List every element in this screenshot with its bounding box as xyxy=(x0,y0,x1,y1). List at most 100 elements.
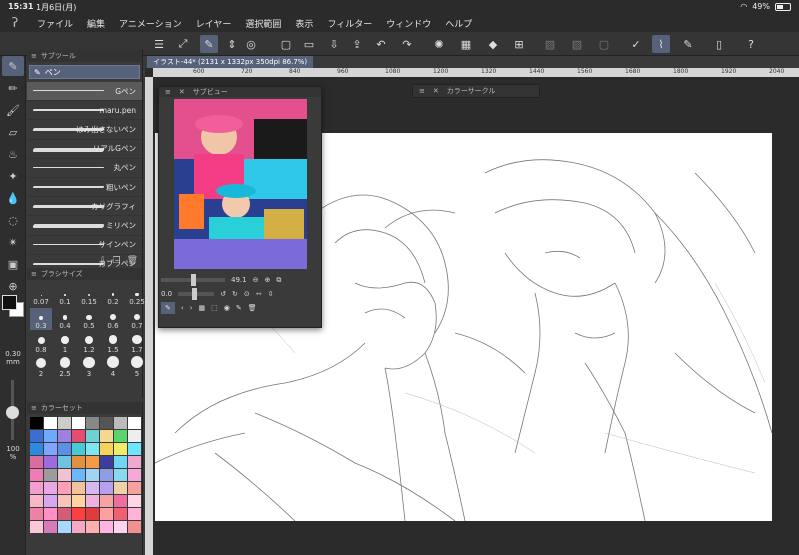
invert-icon[interactable]: ▨ xyxy=(568,35,586,53)
brush-size-option[interactable]: 0.5 xyxy=(78,308,100,330)
color-swatch[interactable] xyxy=(58,430,71,442)
brush-size-option[interactable]: 3 xyxy=(78,356,100,378)
color-swatch[interactable] xyxy=(86,430,99,442)
color-swatch[interactable] xyxy=(128,482,141,494)
color-swatch[interactable] xyxy=(30,521,43,533)
brush-item[interactable]: はみ出さないペン xyxy=(27,120,142,140)
color-swatch[interactable] xyxy=(30,469,43,481)
export-icon[interactable]: ⇪ xyxy=(348,35,366,53)
color-swatch[interactable] xyxy=(58,443,71,455)
menu-view[interactable]: 表示 xyxy=(288,17,320,30)
rotation-slider[interactable] xyxy=(178,288,215,300)
color-swatch[interactable] xyxy=(86,482,99,494)
color-swatch[interactable] xyxy=(86,456,99,468)
color-swatch[interactable] xyxy=(30,456,43,468)
panel-menu-icon[interactable]: ≡ xyxy=(31,404,37,412)
color-swatch[interactable] xyxy=(86,469,99,481)
pencil-tool-icon[interactable]: ✏ xyxy=(2,78,24,98)
selection-pen-icon[interactable]: ✎ xyxy=(200,35,218,53)
camera-icon[interactable]: ◉ xyxy=(224,304,230,312)
color-swatch[interactable] xyxy=(100,456,113,468)
brush-size-option[interactable]: 2 xyxy=(30,356,52,378)
color-swatch[interactable] xyxy=(30,495,43,507)
color-swatch[interactable] xyxy=(128,521,141,533)
color-swatch[interactable] xyxy=(114,521,127,533)
color-swatch[interactable] xyxy=(100,430,113,442)
trash-icon[interactable]: 🗑 xyxy=(127,256,138,266)
ink-icon[interactable]: ✎ xyxy=(679,35,697,53)
eraser-tool-icon[interactable]: ▱ xyxy=(2,122,24,142)
brush-item[interactable]: サインペン xyxy=(27,236,142,255)
color-swatch[interactable] xyxy=(30,482,43,494)
fit-icon[interactable]: ⧉ xyxy=(276,276,281,285)
color-swatch[interactable] xyxy=(100,508,113,520)
color-swatch[interactable] xyxy=(44,521,57,533)
color-swatch[interactable] xyxy=(44,430,57,442)
document-tab[interactable]: イラスト-44* (2131 x 1332px 350dpi 86.7%) xyxy=(147,56,314,68)
window-close-icon[interactable]: ✕ xyxy=(433,87,439,95)
color-swatch[interactable] xyxy=(86,508,99,520)
color-swatch[interactable] xyxy=(72,495,85,507)
subtool-group-tab[interactable]: ✎ ペン xyxy=(29,65,140,79)
brush-size-option[interactable]: 0.6 xyxy=(102,308,124,330)
color-swatch[interactable] xyxy=(44,495,57,507)
color-swatch[interactable] xyxy=(128,443,141,455)
transform-icon[interactable]: ⊞ xyxy=(510,35,528,53)
color-swatch[interactable] xyxy=(86,417,99,429)
brush-size-option[interactable]: 0.2 xyxy=(102,284,124,306)
brush-item[interactable]: カリグラフィ xyxy=(27,197,142,217)
loading-icon[interactable]: ✺ xyxy=(430,35,448,53)
color-swatch[interactable] xyxy=(72,417,85,429)
prev-image-icon[interactable]: ‹ xyxy=(181,304,184,312)
color-swatch[interactable] xyxy=(72,482,85,494)
color-swatch[interactable] xyxy=(114,495,127,507)
brush-size-option[interactable]: 0.8 xyxy=(30,332,52,354)
window-menu-icon[interactable]: ≡ xyxy=(419,87,425,95)
brush-item[interactable]: リアルGペン xyxy=(27,140,142,159)
blend-tool-icon[interactable]: 💧 xyxy=(2,188,24,208)
brush-item[interactable]: ミリペン xyxy=(27,216,142,236)
next-image-icon[interactable]: › xyxy=(190,304,193,312)
panel-menu-icon[interactable]: ≡ xyxy=(31,52,37,60)
menu-animation[interactable]: アニメーション xyxy=(112,17,189,30)
reset-icon[interactable]: ⊙ xyxy=(244,290,250,298)
zoom-in-icon[interactable]: ⊕ xyxy=(264,276,270,284)
save-icon[interactable]: ⇩ xyxy=(325,35,343,53)
pen-stroke-icon[interactable]: ⌇ xyxy=(652,35,670,53)
color-swatch[interactable] xyxy=(72,443,85,455)
pen-tool-icon[interactable]: ✎ xyxy=(2,56,24,76)
color-swatch[interactable] xyxy=(58,482,71,494)
color-swatch[interactable] xyxy=(114,508,127,520)
color-swatch[interactable] xyxy=(100,417,113,429)
eyedropper-icon[interactable]: ✎ xyxy=(161,302,175,314)
color-swatch[interactable] xyxy=(44,482,57,494)
color-swatch[interactable] xyxy=(72,508,85,520)
color-swatch-pair[interactable] xyxy=(2,295,24,317)
color-swatch[interactable] xyxy=(128,417,141,429)
color-swatch[interactable] xyxy=(44,443,57,455)
correct-line-icon[interactable]: ✓ xyxy=(627,35,645,53)
brush-size-option[interactable]: 1 xyxy=(54,332,76,354)
brush-tool-icon[interactable]: 🖌 xyxy=(2,100,24,120)
color-swatch[interactable] xyxy=(86,495,99,507)
zoom-slider[interactable] xyxy=(161,274,225,286)
lasso-tool-icon[interactable]: ◌ xyxy=(2,210,24,230)
brush-item[interactable]: maru.pen xyxy=(27,101,142,121)
snapshot-icon[interactable]: ◎ xyxy=(242,35,260,53)
menu-filter[interactable]: フィルター xyxy=(320,17,379,30)
color-swatch[interactable] xyxy=(100,469,113,481)
zoom-out-icon[interactable]: ⊖ xyxy=(253,276,259,284)
redo-icon[interactable]: ↷ xyxy=(398,35,416,53)
color-swatch[interactable] xyxy=(58,521,71,533)
menu-icon[interactable]: ☰ xyxy=(150,35,168,53)
fill-tool-icon[interactable]: ▣ xyxy=(2,254,24,274)
color-swatch[interactable] xyxy=(114,482,127,494)
color-swatch[interactable] xyxy=(128,495,141,507)
app-logo-icon[interactable]: ʔ xyxy=(0,16,30,31)
crop-icon[interactable]: ▢ xyxy=(595,35,613,53)
color-swatch[interactable] xyxy=(44,508,57,520)
menu-window[interactable]: ウィンドウ xyxy=(379,17,438,30)
color-swatch[interactable] xyxy=(128,469,141,481)
color-swatch[interactable] xyxy=(72,430,85,442)
menu-edit[interactable]: 編集 xyxy=(80,17,112,30)
